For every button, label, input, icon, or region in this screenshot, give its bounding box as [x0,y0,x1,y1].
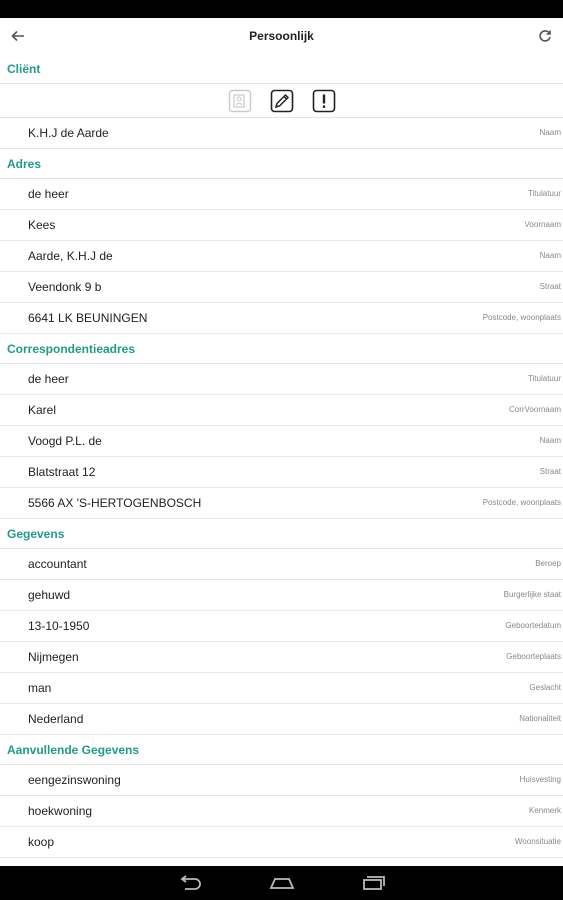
section-header-correspondentieadres: Correspondentieadres [0,334,563,364]
list-item: gehuwd Burgerlijke staat [0,580,563,611]
field-label: Naam [539,128,561,137]
section-header-aanvullende-gegevens: Aanvullende Gegevens [0,735,563,765]
alert-icon [312,89,335,112]
field-label: CorrVoornaam [508,405,561,414]
field-value: gehuwd [28,588,71,602]
field-label: Straat [539,467,561,476]
field-label: Postcode, woonplaats [482,498,561,507]
list-item: de heer Titulatuur [0,364,563,395]
field-label: Titulatuur [527,374,561,383]
field-value: de heer [28,187,69,201]
list-item: man Geslacht [0,673,563,704]
nav-back-button[interactable] [170,869,210,897]
field-value: Voogd P.L. de [28,434,102,448]
field-label: Geslacht [529,683,561,692]
contact-card-button[interactable] [228,89,252,113]
field-label: Geboortedatum [505,621,561,630]
nav-home-button[interactable] [262,869,302,897]
field-label: Burgerlijke staat [503,590,561,599]
list-item: 13-10-1950 Geboortedatum [0,611,563,642]
status-bar [0,0,563,18]
field-value: Nederland [28,712,84,726]
contact-card-icon [228,89,251,112]
top-bar: Persoonlijk [0,18,563,54]
list-item: Aarde, K.H.J de Naam [0,241,563,272]
field-value: Kees [28,218,56,232]
nav-home-icon [269,878,294,889]
field-value: Karel [28,403,57,417]
list-item: 5566 AX 'S-HERTOGENBOSCH Postcode, woonp… [0,488,563,519]
list-item: Nederland Nationaliteit [0,704,563,735]
field-value: eengezinswoning [28,773,121,787]
nav-back-icon [180,875,201,890]
field-label: Naam [539,436,561,445]
alert-button[interactable] [312,89,336,113]
action-bar [0,84,563,118]
field-label: Woonsituatie [514,837,561,846]
list-item: hoekwoning Kenmerk [0,796,563,827]
field-label: Geboorteplaats [506,652,561,661]
field-value: 6641 LK BEUNINGEN [28,311,148,325]
field-label: Kenmerk [528,806,561,815]
list-item: Nijmegen Geboorteplaats [0,642,563,673]
list-item: 6641 LK BEUNINGEN Postcode, woonplaats [0,303,563,334]
nav-recents-button[interactable] [354,869,394,897]
system-nav-bar [0,866,563,900]
list-item: Karel CorrVoornaam [0,395,563,426]
field-label: Naam [539,251,561,260]
field-value: 13-10-1950 [28,619,90,633]
list-item: Voogd P.L. de Naam [0,426,563,457]
field-value: Nijmegen [28,650,79,664]
app-screen: Persoonlijk Cliënt K.H.J de Aarde Naam A… [0,18,563,866]
nav-recents-icon [362,876,385,890]
field-label: Nationaliteit [519,714,561,723]
field-label: Titulatuur [527,189,561,198]
field-label: Beroep [535,559,561,568]
field-value: de heer [28,372,69,386]
list-item: Veendonk 9 b Straat [0,272,563,303]
edit-icon [270,89,293,112]
list-item: accountant Beroep [0,549,563,580]
field-label: Huisvesting [519,775,561,784]
field-label: Straat [539,282,561,291]
edit-button[interactable] [270,89,294,113]
list-item: de heer Titulatuur [0,179,563,210]
section-header-adres: Adres [0,149,563,179]
refresh-button[interactable] [533,24,557,48]
list-item: Kees Voornaam [0,210,563,241]
field-value: Aarde, K.H.J de [28,249,113,263]
field-label: Voornaam [524,220,561,229]
list-item: eengezinswoning Huisvesting [0,765,563,796]
field-value: Veendonk 9 b [28,280,102,294]
field-value: K.H.J de Aarde [28,126,109,140]
field-value: man [28,681,52,695]
field-value: hoekwoning [28,804,93,818]
list-item: Blatstraat 12 Straat [0,457,563,488]
field-value: Blatstraat 12 [28,465,96,479]
field-value: 5566 AX 'S-HERTOGENBOSCH [28,496,202,510]
field-value: koop [28,835,55,849]
refresh-icon [539,30,551,42]
field-value: accountant [28,557,87,571]
page-title: Persoonlijk [249,29,314,43]
section-header-client: Cliënt [0,54,563,84]
field-label: Postcode, woonplaats [482,313,561,322]
list-item: koop Woonsituatie [0,827,563,858]
section-header-gegevens: Gegevens [0,519,563,549]
list-item: K.H.J de Aarde Naam [0,118,563,149]
